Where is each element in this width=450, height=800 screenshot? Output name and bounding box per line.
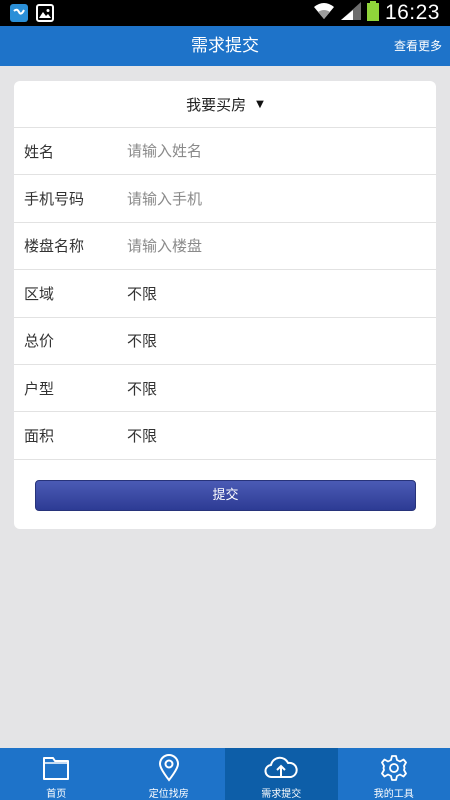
estate-field-row: 楼盘名称 [14, 223, 436, 271]
name-input[interactable] [127, 142, 407, 161]
total-price-value[interactable]: 不限 [127, 330, 157, 351]
phone-input[interactable] [127, 189, 407, 208]
tab-home-label: 首页 [46, 789, 67, 800]
submit-button[interactable]: 提交 [35, 480, 416, 511]
app-header: 需求提交 查看更多 [0, 26, 450, 66]
total-price-field-row[interactable]: 总价 不限 [14, 318, 436, 365]
total-price-label: 总价 [24, 332, 55, 351]
tab-demand-submit-label: 需求提交 [261, 789, 302, 800]
demand-type-dropdown[interactable]: 我要买房 ▼ [14, 81, 436, 128]
page-title: 需求提交 [191, 36, 259, 56]
phone-label: 手机号码 [24, 190, 85, 209]
folder-icon [42, 752, 70, 784]
status-bar: 16:23 [0, 0, 450, 26]
tab-my-tools[interactable]: 我的工具 [338, 748, 450, 800]
app-notification-icon [10, 4, 28, 22]
tab-locate-house[interactable]: 定位找房 [113, 748, 226, 800]
estate-input[interactable] [127, 236, 407, 255]
tab-my-tools-label: 我的工具 [373, 789, 414, 800]
tab-locate-house-label: 定位找房 [148, 789, 189, 800]
area-value[interactable]: 不限 [127, 425, 157, 446]
area-label: 面积 [24, 427, 55, 446]
caret-down-icon: ▼ [256, 98, 264, 110]
area-field-row[interactable]: 面积 不限 [14, 412, 436, 460]
image-notification-icon [36, 4, 54, 22]
name-field-row: 姓名 [14, 128, 436, 176]
phone-field-row: 手机号码 [14, 175, 436, 223]
battery-icon [366, 1, 379, 25]
demand-type-value: 我要买房 [186, 95, 247, 114]
district-label: 区域 [24, 284, 55, 303]
district-value[interactable]: 不限 [127, 283, 157, 304]
gear-icon [380, 752, 408, 784]
cloud-upload-icon [264, 752, 298, 784]
district-field-row[interactable]: 区域 不限 [14, 270, 436, 318]
view-more-link[interactable]: 查看更多 [394, 26, 442, 66]
demand-form-card: 我要买房 ▼ 姓名 手机号码 楼盘名称 区域 不限 总价 不限 户型 不限 面积… [14, 81, 436, 529]
signal-icon [340, 2, 361, 24]
estate-label: 楼盘名称 [24, 237, 85, 256]
tab-demand-submit[interactable]: 需求提交 [225, 748, 338, 800]
clock-time: 16:23 [384, 1, 440, 24]
location-pin-icon [157, 752, 181, 784]
wifi-icon [313, 2, 335, 24]
layout-value[interactable]: 不限 [127, 378, 157, 399]
bottom-tab-bar: 首页 定位找房 需求提交 我的工具 [0, 748, 450, 800]
layout-field-row[interactable]: 户型 不限 [14, 365, 436, 413]
layout-label: 户型 [24, 379, 55, 398]
tab-home[interactable]: 首页 [0, 748, 113, 800]
name-label: 姓名 [24, 142, 55, 161]
